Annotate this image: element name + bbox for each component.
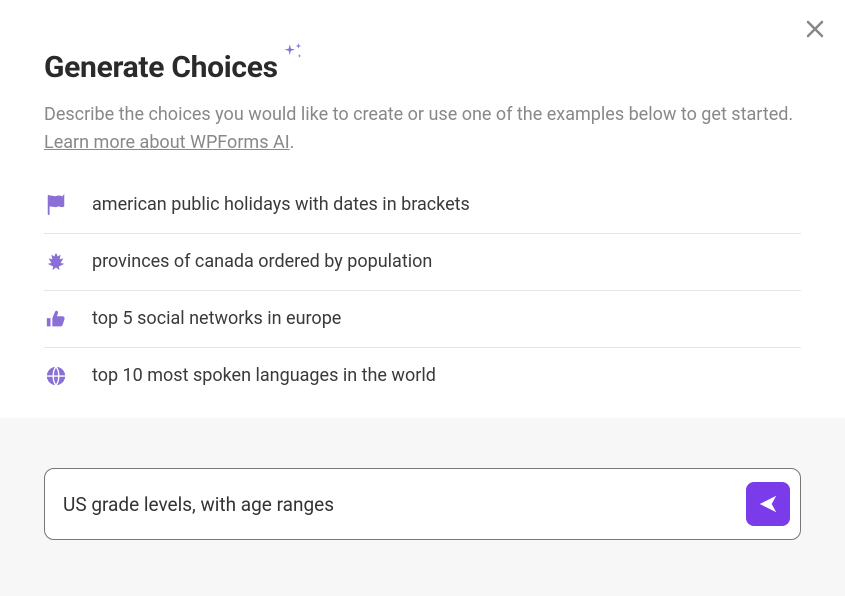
description-period: . [290,132,295,153]
close-icon [805,19,825,39]
example-label: top 10 most spoken languages in the worl… [92,365,436,386]
example-item-social[interactable]: top 5 social networks in europe [44,291,801,348]
learn-more-link[interactable]: Learn more about WPForms AI [44,132,290,153]
dialog-description: Describe the choices you would like to c… [0,85,845,157]
description-text: Describe the choices you would like to c… [44,104,793,125]
close-button[interactable] [805,16,825,44]
globe-icon [44,364,68,388]
examples-list: american public holidays with dates in b… [0,157,845,404]
send-icon [757,493,779,515]
example-item-provinces[interactable]: provinces of canada ordered by populatio… [44,234,801,291]
leaf-icon [44,250,68,274]
thumbs-up-icon [44,307,68,331]
send-button[interactable] [746,482,790,526]
input-area [0,418,845,596]
example-label: american public holidays with dates in b… [92,194,470,215]
dialog-title: Generate Choices [44,50,278,85]
flag-icon [44,193,68,217]
prompt-input[interactable] [63,493,746,516]
example-label: provinces of canada ordered by populatio… [92,251,432,272]
example-item-languages[interactable]: top 10 most spoken languages in the worl… [44,348,801,404]
dialog-header: Generate Choices [0,0,845,85]
prompt-input-wrapper [44,468,801,540]
example-item-holidays[interactable]: american public holidays with dates in b… [44,193,801,234]
sparkle-icon [280,41,306,71]
example-label: top 5 social networks in europe [92,308,341,329]
